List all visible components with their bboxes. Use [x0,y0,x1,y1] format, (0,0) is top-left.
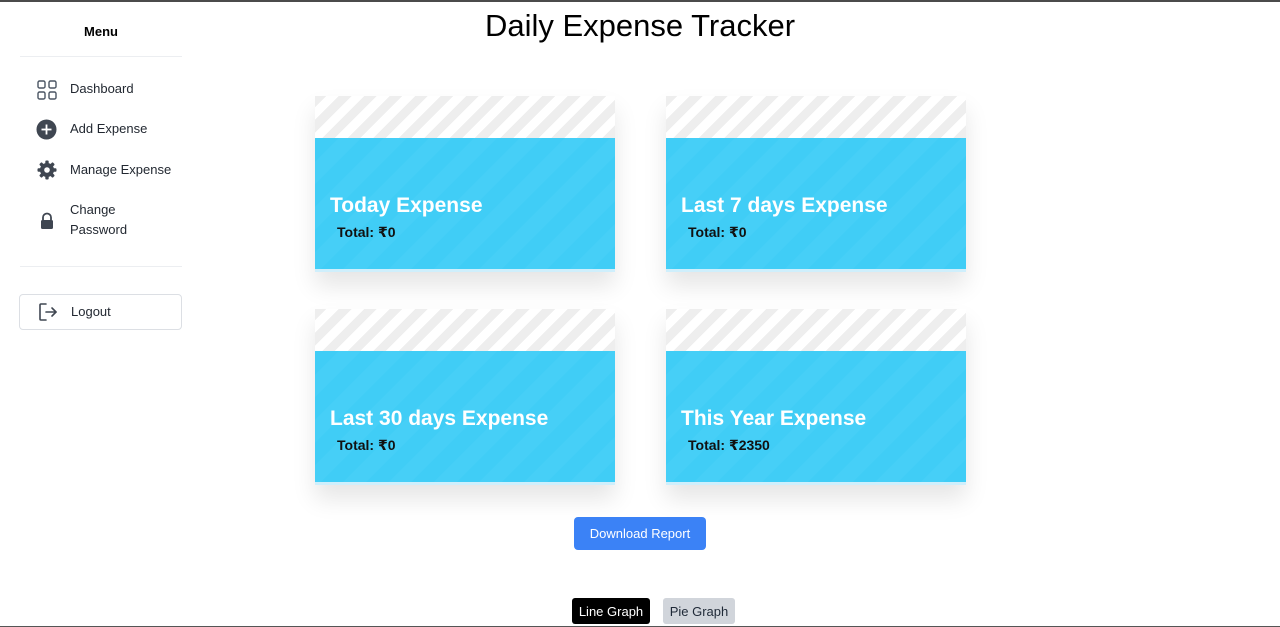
gear-icon [36,159,57,180]
card-body: This Year Expense Total: ₹2350 [666,351,966,485]
sidebar: Menu Dashboard Add Expense Manage Expens… [0,2,200,626]
card-pattern [315,309,615,351]
last-7-days-expense-card: Last 7 days Expense Total: ₹0 [666,96,966,272]
card-total: Total: ₹2350 [688,437,770,453]
card-title: This Year Expense [681,407,867,430]
sidebar-item-dashboard[interactable]: Dashboard [20,78,182,100]
card-pattern [666,309,966,351]
page-title: Daily Expense Tracker [484,8,796,43]
sidebar-divider [20,56,182,57]
card-pattern [315,96,615,138]
card-title: Last 30 days Expense [330,407,549,430]
sidebar-item-label: Change Password [70,202,128,237]
card-total: Total: ₹0 [337,437,396,453]
sidebar-item-manage-expense[interactable]: Manage Expense [20,159,182,181]
pie-graph-button[interactable]: Pie Graph [663,598,735,624]
logout-button[interactable]: Logout [19,294,182,330]
card-pattern [666,96,966,138]
card-body: Today Expense Total: ₹0 [315,138,615,272]
logout-label: Logout [71,304,111,319]
sidebar-item-label: Add Expense [70,121,148,136]
lock-icon [36,210,57,231]
sidebar-divider [20,266,182,267]
sidebar-item-add-expense[interactable]: Add Expense [20,118,182,140]
card-total: Total: ₹0 [688,224,747,240]
grid-icon [36,79,57,100]
card-total: Total: ₹0 [337,224,396,240]
card-body: Last 7 days Expense Total: ₹0 [666,138,966,272]
sidebar-item-change-password[interactable]: Change Password [20,200,182,242]
sidebar-item-label: Dashboard [70,81,134,96]
today-expense-card: Today Expense Total: ₹0 [315,96,615,272]
sidebar-item-label: Manage Expense [70,162,172,177]
download-report-button[interactable]: Download Report [574,517,706,550]
card-body: Last 30 days Expense Total: ₹0 [315,351,615,485]
card-title: Last 7 days Expense [681,194,888,217]
this-year-expense-card: This Year Expense Total: ₹2350 [666,309,966,485]
line-graph-button[interactable]: Line Graph [572,598,650,624]
card-title: Today Expense [330,194,483,217]
last-30-days-expense-card: Last 30 days Expense Total: ₹0 [315,309,615,485]
plus-circle-icon [36,119,57,140]
logout-icon [37,301,58,322]
